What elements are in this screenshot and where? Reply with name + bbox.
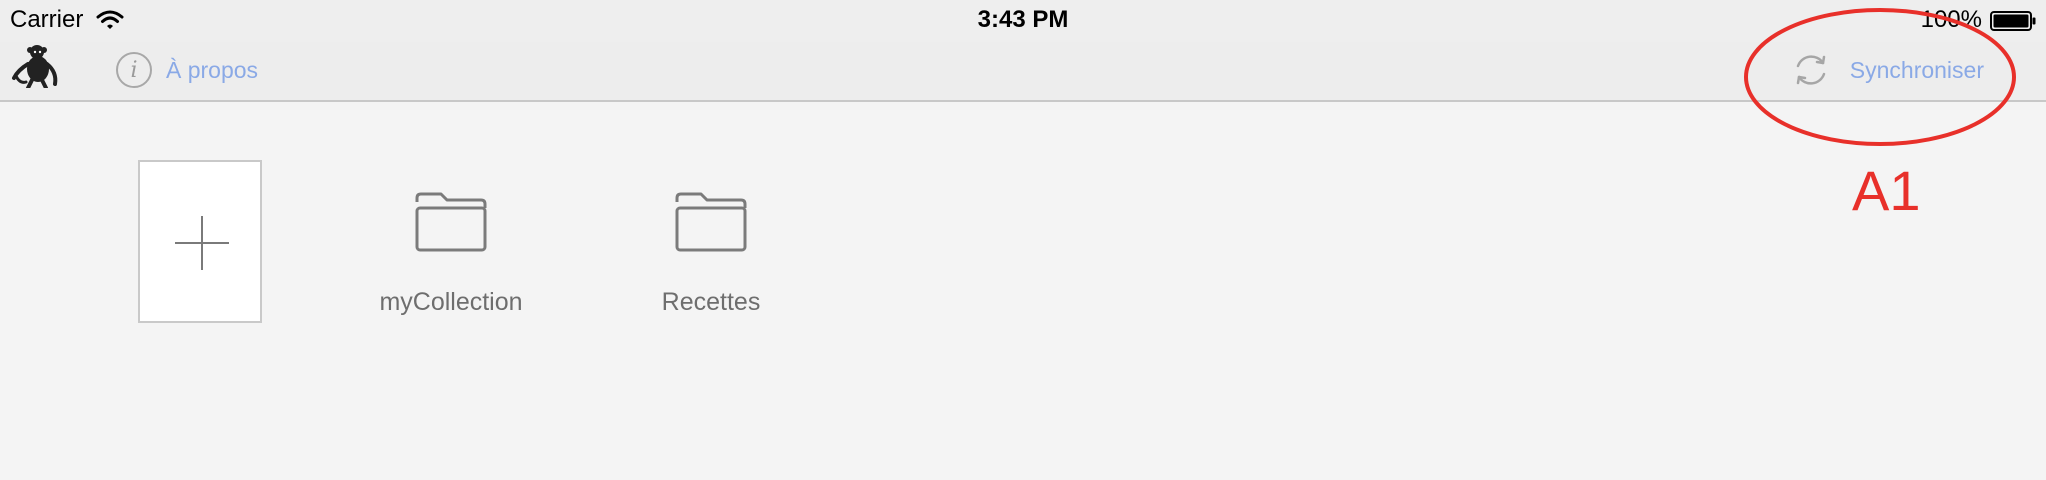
folder-icon (675, 192, 747, 252)
status-bar: Carrier 3:43 PM 100% (0, 0, 2046, 42)
about-button[interactable]: i À propos (116, 48, 258, 92)
collection-item-recettes[interactable]: Recettes (611, 190, 811, 317)
about-label: À propos (166, 56, 259, 83)
annotation-label: A1 (1852, 159, 1921, 222)
refresh-icon (1796, 55, 1826, 85)
collection-label: Recettes (661, 288, 761, 316)
battery-icon (1990, 11, 2036, 31)
add-collection-button[interactable] (138, 160, 262, 323)
toolbar: i À propos Synchroniser (0, 42, 2046, 102)
folder-icon (415, 192, 487, 252)
collection-label: myCollection (379, 288, 523, 316)
status-time: 3:43 PM (977, 6, 1069, 33)
plus-icon (175, 216, 229, 270)
collection-item-mycollection[interactable]: myCollection (351, 190, 551, 317)
sync-button[interactable]: Synchroniser (1790, 46, 1984, 94)
sync-label: Synchroniser (1849, 56, 1984, 83)
monkey-logo-icon[interactable] (10, 42, 66, 88)
battery-percentage: 100% (1920, 6, 1982, 33)
info-icon: i (116, 52, 152, 88)
